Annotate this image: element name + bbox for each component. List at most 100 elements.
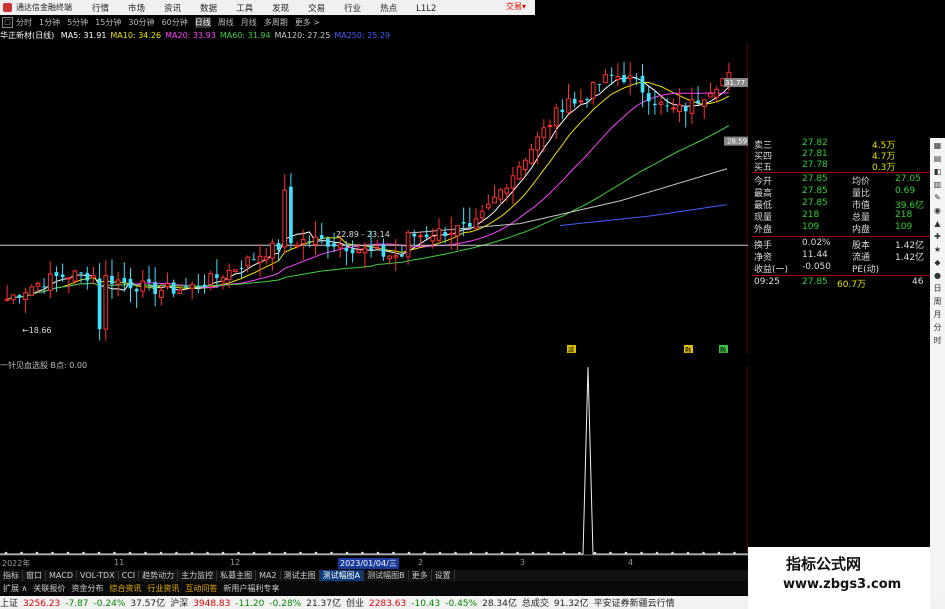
- indicator-tab[interactable]: VOL-TDX: [77, 571, 119, 580]
- period-shortcut[interactable]: 周: [932, 296, 943, 307]
- candle-body: [171, 282, 176, 294]
- stat-value: 27.85: [802, 198, 828, 208]
- signal-dot: [733, 551, 736, 555]
- period-shortcut[interactable]: 日: [932, 283, 943, 294]
- menu-item[interactable]: 行情: [92, 2, 109, 14]
- period-tab[interactable]: 多周期: [264, 17, 288, 28]
- menu-item[interactable]: 发现: [272, 2, 289, 14]
- period-tab[interactable]: 60分钟: [162, 17, 188, 28]
- stat-label: PE(动): [852, 265, 880, 275]
- indicator-tab[interactable]: 测试幅图B: [364, 570, 409, 581]
- indicator-tab[interactable]: MACD: [46, 571, 77, 580]
- stat-value: 218: [895, 210, 913, 220]
- market-index-value: 平安证券新疆云行情: [593, 599, 675, 609]
- candle-body: [282, 189, 288, 248]
- period-tab[interactable]: 30分钟: [128, 17, 154, 28]
- extension-tab[interactable]: 新用户福利专享: [220, 583, 282, 594]
- indicator-tab[interactable]: 更多: [409, 570, 432, 581]
- order-price: 27.81: [802, 149, 828, 159]
- tool-icon[interactable]: ▦: [932, 140, 943, 151]
- tool-icon[interactable]: ▲: [932, 218, 943, 229]
- tool-icon[interactable]: ▥: [932, 179, 943, 190]
- signal-dot: [392, 551, 395, 555]
- indicator-tab[interactable]: 趋势动力: [139, 570, 179, 581]
- indicator-tab[interactable]: 私募主图: [217, 570, 257, 581]
- extension-tab[interactable]: 资金分布: [68, 583, 106, 594]
- extension-tab[interactable]: 关联报价: [30, 583, 68, 594]
- signal-dot: [237, 551, 240, 555]
- tool-icon[interactable]: ✎: [932, 192, 943, 203]
- extension-tab[interactable]: 互动问答: [182, 583, 220, 594]
- market-index-value: -11.20: [235, 599, 265, 609]
- candle-body: [4, 298, 10, 301]
- tool-icon[interactable]: ◉: [932, 205, 943, 216]
- tool-icon[interactable]: ✚: [932, 231, 943, 242]
- tool-icon[interactable]: ●: [932, 270, 943, 281]
- indicator-tab[interactable]: 测试主图: [281, 570, 320, 581]
- indicator-tab[interactable]: 测试幅图A: [319, 570, 365, 581]
- signal-dot: [671, 551, 674, 555]
- candle-body: [461, 221, 466, 224]
- period-shortcut[interactable]: 时: [932, 335, 943, 346]
- indicator-tab[interactable]: 指标: [0, 570, 23, 581]
- candle-body: [332, 243, 336, 247]
- toggle-box-icon[interactable]: □: [2, 17, 13, 28]
- period-tab[interactable]: 月线: [241, 17, 257, 28]
- menu-item[interactable]: 市场: [128, 2, 145, 14]
- candle-body: [418, 235, 423, 238]
- extension-tab[interactable]: 扩展 ∧: [0, 583, 30, 594]
- menu-item[interactable]: 行业: [344, 2, 361, 14]
- candle-body: [257, 255, 263, 263]
- period-tab[interactable]: 更多 >: [295, 17, 320, 28]
- menu-item[interactable]: 数据: [200, 2, 217, 14]
- candle-body: [572, 98, 577, 104]
- tool-icon[interactable]: ◧: [932, 166, 943, 177]
- candle-body: [590, 81, 596, 99]
- period-tab[interactable]: 15分钟: [95, 17, 121, 28]
- indicator-tab[interactable]: CCI: [119, 571, 140, 580]
- period-shortcut[interactable]: 月: [932, 309, 943, 320]
- trade-button[interactable]: 交易▾: [506, 1, 526, 12]
- candle-body: [276, 243, 281, 250]
- extension-tab[interactable]: 行业资讯: [144, 583, 182, 594]
- indicator-tab[interactable]: MA2: [256, 571, 281, 580]
- indicator-tab[interactable]: 设置: [432, 570, 455, 581]
- signal-dot: [376, 551, 380, 555]
- extension-tab[interactable]: 综合资讯: [106, 583, 144, 594]
- candle-body: [627, 75, 633, 80]
- ma-label: MA250: 25.29: [334, 31, 391, 40]
- menu-item[interactable]: 交易: [308, 2, 325, 14]
- candle-body: [326, 238, 330, 247]
- main-menu: 行情 市场 资讯 数据 工具 发现 交易 行业 热点 L1L2: [92, 2, 455, 14]
- kline-chart[interactable]: 32.0030.0028.0026.0024.0022.0020.00 ←18.…: [0, 44, 748, 354]
- stat-value: -0.050: [802, 262, 832, 272]
- period-tab[interactable]: 日线: [194, 17, 211, 28]
- signal-dot: [283, 551, 287, 555]
- candle-body: [103, 275, 109, 330]
- stock-name[interactable]: 华正新材(日线): [0, 31, 54, 40]
- tool-icon[interactable]: ▤: [932, 153, 943, 164]
- menu-item[interactable]: 资讯: [164, 2, 181, 14]
- tool-icon[interactable]: ★: [932, 244, 943, 255]
- candle-body: [184, 286, 188, 288]
- candle-body: [214, 274, 219, 278]
- candle-body: [54, 272, 59, 277]
- menu-item[interactable]: 热点: [380, 2, 397, 14]
- menu-item[interactable]: L1L2: [416, 4, 436, 14]
- period-tab[interactable]: 周线: [218, 17, 234, 28]
- period-tab[interactable]: 1分钟: [39, 17, 60, 28]
- indicator-tab[interactable]: 主力监控: [178, 570, 218, 581]
- menu-item[interactable]: 工具: [236, 2, 253, 14]
- tool-icon[interactable]: ◆: [932, 257, 943, 268]
- indicator-tab[interactable]: 窗口: [23, 570, 46, 581]
- period-tab[interactable]: 分时: [16, 17, 32, 28]
- period-tab[interactable]: 5分钟: [67, 17, 88, 28]
- signal-dot: [330, 551, 333, 555]
- candle-body: [91, 275, 96, 278]
- period-shortcut[interactable]: 分: [932, 322, 943, 333]
- candle-body: [522, 159, 528, 171]
- candle-body: [683, 106, 688, 112]
- candle-body: [653, 103, 657, 106]
- signal-dot: [144, 551, 147, 555]
- indicator-chart[interactable]: 1.000.850.800.600.400.20: [0, 366, 748, 556]
